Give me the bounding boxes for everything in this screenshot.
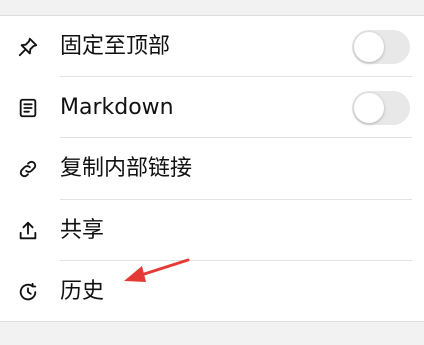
history-icon <box>16 280 40 304</box>
markdown-toggle[interactable] <box>352 90 410 125</box>
menu-item-copy-internal-link[interactable]: 复制内部链接 <box>0 138 424 199</box>
menu-item-label: 共享 <box>60 217 105 243</box>
menu-item-pin-to-top[interactable]: 固定至顶部 <box>0 16 424 77</box>
pin-icon <box>16 35 40 59</box>
markdown-doc-icon <box>16 96 40 120</box>
link-icon <box>16 157 40 181</box>
menu-item-markdown[interactable]: Markdown <box>0 77 424 138</box>
menu-card: 固定至顶部 Markdown 复制内部链接 共享 历史 <box>0 15 424 322</box>
menu-item-label: Markdown <box>60 94 174 120</box>
menu-item-label: 历史 <box>60 278 105 304</box>
menu-item-label: 复制内部链接 <box>60 155 193 181</box>
toggle-knob <box>354 92 384 123</box>
pin-to-top-toggle[interactable] <box>352 29 410 64</box>
menu-item-label: 固定至顶部 <box>60 33 171 59</box>
menu-item-history[interactable]: 历史 <box>0 261 424 322</box>
share-icon <box>16 219 40 243</box>
menu-item-share[interactable]: 共享 <box>0 200 424 261</box>
toggle-knob <box>354 31 384 62</box>
